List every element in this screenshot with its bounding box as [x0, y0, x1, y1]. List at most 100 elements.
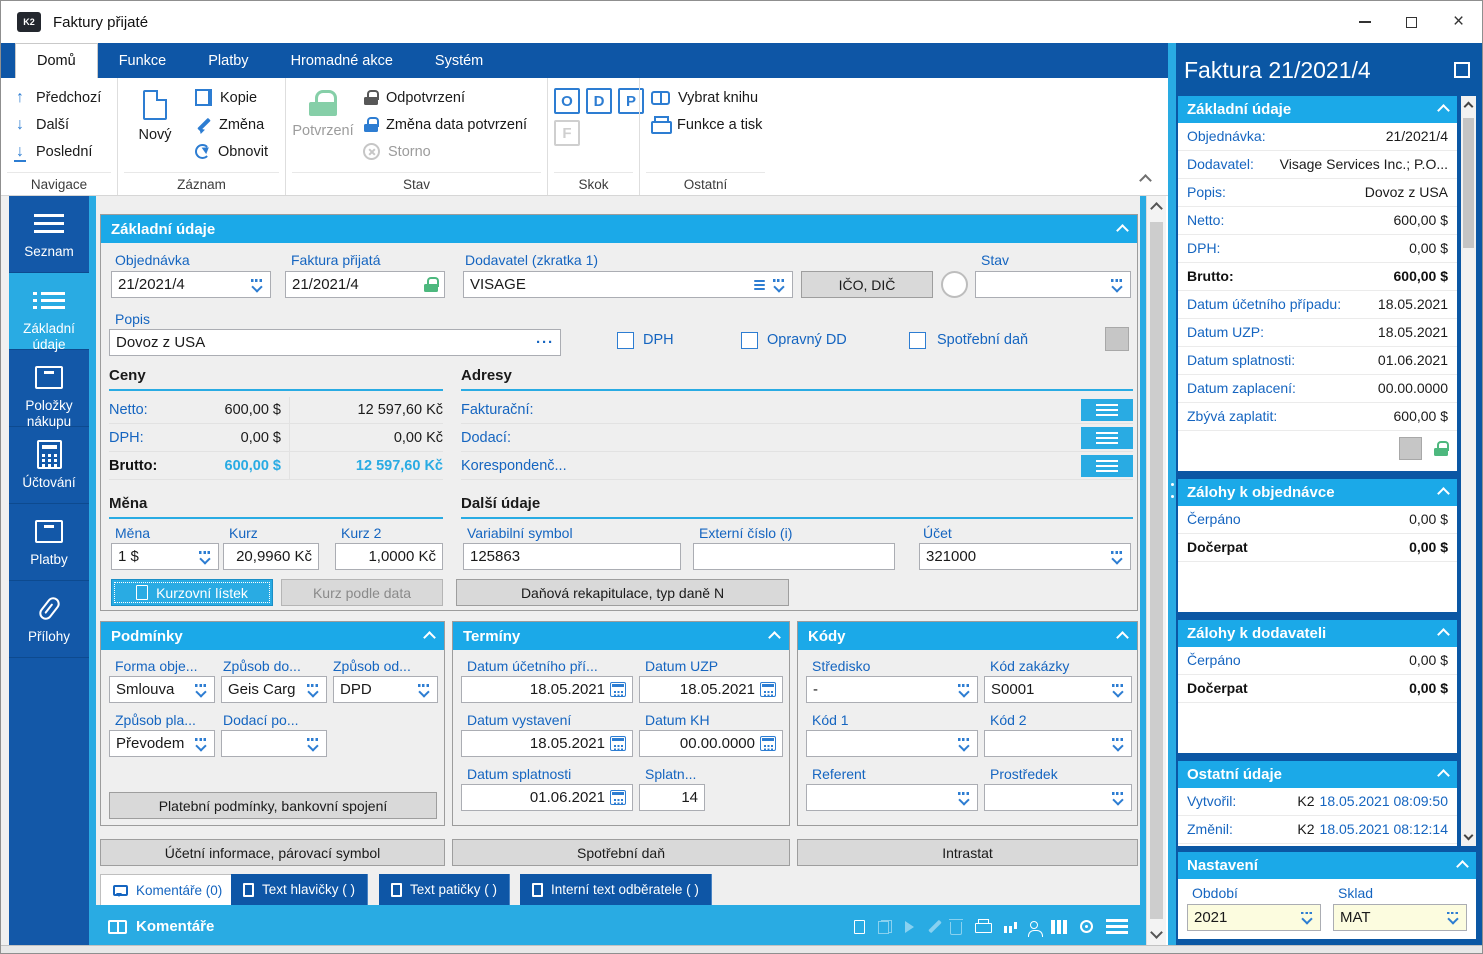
collapse-panel-icon[interactable]: [1116, 631, 1129, 644]
chart-icon[interactable]: [1004, 926, 1007, 933]
new-button[interactable]: Nový: [124, 84, 186, 143]
collapse-panel-icon[interactable]: [1437, 629, 1450, 642]
dropdown-icon[interactable]: [1110, 737, 1125, 750]
datum-kh-input[interactable]: 00.00.0000: [639, 730, 783, 757]
collapse-panel-icon[interactable]: [1456, 861, 1469, 874]
edit-icon[interactable]: [928, 920, 941, 933]
collapse-panel-icon[interactable]: [1437, 488, 1450, 501]
functions-print-button[interactable]: Funkce a tisk: [646, 111, 767, 138]
last-button[interactable]: ↓Poslední: [7, 138, 106, 165]
columns-icon[interactable]: [1051, 920, 1055, 934]
spotrebni-dan-button[interactable]: Spotřební daň: [452, 839, 790, 866]
collapse-panel-icon[interactable]: [1437, 770, 1450, 783]
address-menu-button[interactable]: [1081, 399, 1133, 421]
jump-f-button[interactable]: F: [554, 120, 580, 146]
platebni-podminky-button[interactable]: Platební podmínky, bankovní spojení: [109, 792, 437, 819]
copy-icon[interactable]: [878, 920, 892, 934]
address-menu-button[interactable]: [1081, 455, 1133, 477]
tab-interni-text[interactable]: Interní text odběratele ( ): [520, 874, 712, 905]
next-button[interactable]: ↓Další: [7, 111, 106, 138]
rail-item-uctovani[interactable]: Účtování: [9, 427, 89, 504]
objednavka-input[interactable]: 21/2021/4: [111, 271, 271, 298]
popis-input[interactable]: Dovoz z USA···: [109, 329, 561, 356]
spotrebni-dan-checkbox[interactable]: [909, 332, 926, 349]
rail-item-platby[interactable]: Platby: [9, 504, 89, 581]
calendar-icon[interactable]: [610, 682, 626, 697]
dropdown-icon[interactable]: [771, 278, 786, 291]
zpusob-platby-input[interactable]: Převodem: [109, 730, 215, 757]
kurzovni-listek-button[interactable]: Kurzovní lístek: [111, 579, 273, 606]
opravny-dd-checkbox[interactable]: [741, 332, 758, 349]
zpusob-dopravy-input[interactable]: Geis Carg: [221, 676, 327, 703]
datum-vystaveni-input[interactable]: 18.05.2021: [461, 730, 633, 757]
preview-scrollbar[interactable]: [1461, 96, 1476, 846]
scrollbar-thumb[interactable]: [1463, 118, 1474, 248]
collapse-panel-icon[interactable]: [768, 631, 781, 644]
maximize-button[interactable]: [1388, 1, 1435, 43]
minimize-button[interactable]: [1341, 1, 1388, 43]
scroll-up-icon[interactable]: [1463, 101, 1473, 111]
dropdown-icon[interactable]: [305, 737, 320, 750]
tab-text-hlavicky[interactable]: Text hlavičky ( ): [231, 874, 368, 905]
address-menu-button[interactable]: [1081, 427, 1133, 449]
calendar-icon[interactable]: [610, 736, 626, 751]
kurz2-input[interactable]: 1,0000 Kč: [335, 543, 443, 570]
ico-dic-button[interactable]: IČO, DIČ: [801, 271, 933, 298]
referent-input[interactable]: [806, 784, 978, 811]
kod-zakazky-input[interactable]: S0001: [984, 676, 1132, 703]
tab-text-paticky[interactable]: Text patičky ( ): [379, 874, 510, 905]
scroll-down-icon[interactable]: [1150, 926, 1163, 939]
tab-funkce[interactable]: Funkce: [98, 43, 188, 78]
datum-splatnosti-input[interactable]: 01.06.2021: [461, 784, 633, 811]
kod2-input[interactable]: [984, 730, 1132, 757]
rail-item-polozky-nakupu[interactable]: Položky nákupu: [9, 350, 89, 427]
jump-d-button[interactable]: D: [586, 88, 612, 114]
rail-item-prilohy[interactable]: Přílohy: [9, 581, 89, 658]
dph-checkbox[interactable]: [617, 332, 634, 349]
change-confirm-date-button[interactable]: Změna data potvrzení: [358, 111, 532, 138]
select-book-button[interactable]: Vybrat knihu: [646, 84, 767, 111]
scrollbar-thumb[interactable]: [1150, 222, 1163, 919]
zpusob-odberu-input[interactable]: DPD: [333, 676, 438, 703]
print-icon[interactable]: [975, 919, 991, 934]
dropdown-icon[interactable]: [305, 683, 320, 696]
dropdown-icon[interactable]: [1109, 278, 1124, 291]
datum-ucetniho-input[interactable]: 18.05.2021: [461, 676, 633, 703]
dropdown-icon[interactable]: [1299, 911, 1314, 924]
calendar-icon[interactable]: [760, 736, 776, 751]
kurz-input[interactable]: 20,9960 Kč: [223, 543, 319, 570]
dropdown-icon[interactable]: [197, 550, 212, 563]
settings-icon[interactable]: [1080, 920, 1093, 933]
kurz-podle-data-button[interactable]: Kurz podle data: [281, 579, 443, 606]
rail-item-zakladni-udaje[interactable]: Základní údaje: [9, 273, 89, 350]
vertical-scrollbar[interactable]: [1146, 196, 1166, 945]
previous-button[interactable]: ↑Předchozí: [7, 84, 106, 111]
danova-rekapitulace-button[interactable]: Daňová rekapitulace, typ daně N: [456, 579, 789, 606]
scroll-up-icon[interactable]: [1150, 202, 1163, 215]
more-button[interactable]: ···: [536, 334, 554, 351]
collapse-ribbon-icon[interactable]: [1139, 174, 1152, 187]
ucet-input[interactable]: 321000: [919, 543, 1131, 570]
splatnost-input[interactable]: 14: [639, 784, 705, 811]
forma-objednani-input[interactable]: Smlouva: [109, 676, 215, 703]
calendar-icon[interactable]: [760, 682, 776, 697]
stav-input[interactable]: [975, 271, 1131, 298]
variabilni-symbol-input[interactable]: 125863: [463, 543, 681, 570]
collapse-panel-icon[interactable]: [1437, 105, 1450, 118]
dropdown-icon[interactable]: [249, 278, 264, 291]
dropdown-icon[interactable]: [193, 683, 208, 696]
dropdown-icon[interactable]: [416, 683, 431, 696]
dodavatel-input[interactable]: VISAGE: [463, 271, 793, 298]
obdobi-input[interactable]: 2021: [1187, 904, 1321, 931]
dodaci-podminky-input[interactable]: [221, 730, 327, 757]
dropdown-icon[interactable]: [1110, 791, 1125, 804]
dropdown-icon[interactable]: [956, 737, 971, 750]
dropdown-icon[interactable]: [193, 737, 208, 750]
sklad-input[interactable]: MAT: [1333, 904, 1467, 931]
intrastat-button[interactable]: Intrastat: [797, 839, 1138, 866]
dropdown-icon[interactable]: [956, 791, 971, 804]
confirm-button[interactable]: Potvrzení: [292, 84, 354, 139]
unconfirm-button[interactable]: Odpotvrzení: [358, 84, 532, 111]
play-icon[interactable]: [905, 921, 920, 933]
collapse-panel-icon[interactable]: [1116, 224, 1129, 237]
